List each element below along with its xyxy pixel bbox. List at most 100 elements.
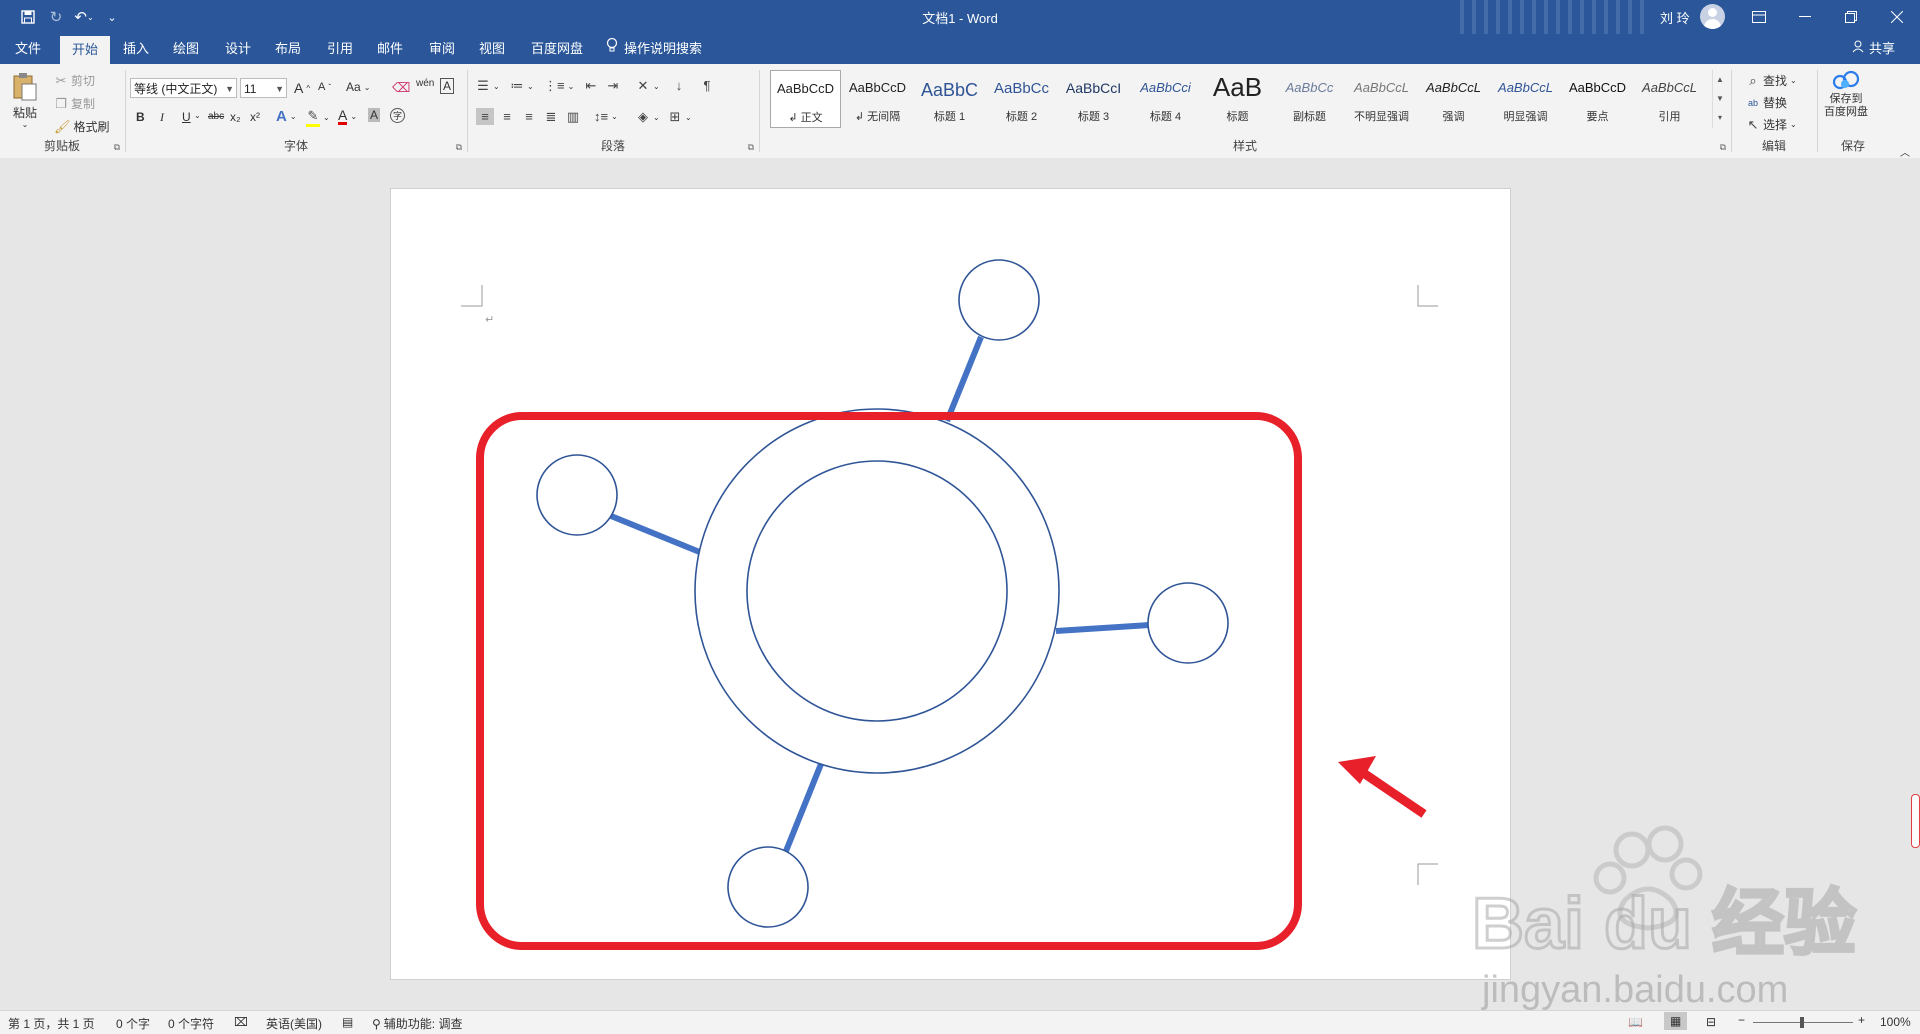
strikethrough-button[interactable]: abc xyxy=(208,111,224,122)
restore-icon[interactable] xyxy=(1828,0,1874,34)
web-layout-icon[interactable]: ⊟ xyxy=(1706,1015,1716,1029)
align-center-icon[interactable]: ≡ xyxy=(500,109,514,124)
shading-button[interactable]: ◈ ⌄ xyxy=(636,109,660,125)
borders-button[interactable]: ⊞ ⌄ xyxy=(668,109,692,125)
distributed-icon[interactable]: ▥ xyxy=(566,109,580,125)
share-button[interactable]: 共享 xyxy=(1852,34,1895,64)
shrink-font-button[interactable]: Aˇ xyxy=(318,81,331,93)
paste-dropdown-icon[interactable]: ⌄ xyxy=(22,120,29,129)
tab-view[interactable]: 视图 xyxy=(470,34,514,64)
user-name[interactable]: 刘 玲 xyxy=(1660,8,1690,27)
replace-button[interactable]: ab 替换 xyxy=(1746,94,1787,111)
sort-icon[interactable]: ↓ xyxy=(672,78,686,93)
macro-record-icon[interactable]: ▤ xyxy=(342,1015,353,1029)
format-painter-button[interactable]: 🖌 格式刷 xyxy=(54,118,110,135)
character-shading-icon[interactable]: A xyxy=(368,108,381,122)
page-count[interactable]: 第 1 页，共 1 页 xyxy=(8,1015,95,1032)
character-border-icon[interactable]: A xyxy=(440,78,455,94)
tell-me-search[interactable]: 操作说明搜索 xyxy=(606,34,702,64)
enclose-characters-icon[interactable]: 字 xyxy=(390,108,405,123)
phonetic-guide-icon[interactable]: wén xyxy=(416,78,434,89)
subscript-button[interactable]: x₂ xyxy=(230,110,241,124)
tab-draw[interactable]: 绘图 xyxy=(164,34,208,64)
multilevel-list-button[interactable]: ⋮≡ ⌄ xyxy=(544,78,574,94)
line-spacing-button[interactable]: ↕≡ ⌄ xyxy=(594,109,618,124)
font-size-combobox[interactable]: 11 ▼ xyxy=(240,78,287,98)
minimize-icon[interactable] xyxy=(1782,0,1828,34)
tab-design[interactable]: 设计 xyxy=(216,34,260,64)
undo-icon[interactable]: ↶ ⌄ xyxy=(70,5,98,29)
numbering-button[interactable]: ≔ ⌄ xyxy=(510,78,534,94)
clipboard-launcher-icon[interactable]: ⧉ xyxy=(114,142,120,153)
bold-button[interactable]: B xyxy=(136,110,145,124)
bullets-button[interactable]: ☰ ⌄ xyxy=(476,78,500,94)
grow-font-button[interactable]: A ^ xyxy=(294,80,310,96)
editing-group-label: 编辑 xyxy=(1761,139,1786,153)
underline-button[interactable]: U xyxy=(182,110,191,124)
increase-indent-icon[interactable]: ⇥ xyxy=(606,78,620,94)
paste-button[interactable]: 粘贴 ⌄ xyxy=(12,72,38,129)
copy-button[interactable]: ❐ 复制 xyxy=(54,95,95,112)
underline-dropdown-icon[interactable]: ⌄ xyxy=(194,111,201,120)
font-color-button[interactable]: A ⌄ xyxy=(338,108,357,125)
language-indicator[interactable]: 英语(美国) xyxy=(266,1015,322,1032)
ribbon-tab-bar: 文件 开始 插入 绘图 设计 布局 引用 邮件 审阅 视图 百度网盘 操作说明搜… xyxy=(0,34,1920,64)
zoom-level[interactable]: 100% xyxy=(1880,1015,1911,1029)
ribbon-display-icon[interactable] xyxy=(1736,0,1782,34)
tab-file[interactable]: 文件 xyxy=(6,34,50,64)
redo-icon[interactable]: ↻ xyxy=(42,5,70,29)
avatar[interactable] xyxy=(1700,4,1725,29)
tab-home[interactable]: 开始 xyxy=(60,36,110,64)
replace-label: 替换 xyxy=(1763,96,1788,110)
lightbulb-icon xyxy=(606,34,618,64)
find-button[interactable]: ⌕ 查找 ⌄ xyxy=(1746,72,1796,89)
chinese-layout-button[interactable]: ✕ ⌄ xyxy=(636,78,660,94)
styles-launcher-icon[interactable]: ⧉ xyxy=(1720,142,1726,153)
status-bar: 第 1 页，共 1 页 0 个字 0 个字符 ⌧ 英语(美国) ▤ ⚲ 辅助功能:… xyxy=(0,1010,1920,1034)
font-name-combobox[interactable]: 等线 (中文正文) ▼ xyxy=(130,78,237,98)
clear-formatting-icon[interactable]: ⌫ xyxy=(392,80,410,96)
cut-button[interactable]: ✂ 剪切 xyxy=(54,72,95,89)
select-button[interactable]: ↖ 选择 ⌄ xyxy=(1746,116,1797,133)
text-effects-button[interactable]: A ⌄ xyxy=(276,108,297,125)
italic-button[interactable]: I xyxy=(160,110,164,125)
collapse-ribbon-icon[interactable]: ︿ xyxy=(1900,144,1910,159)
document-area[interactable]: ↵ xyxy=(0,158,1920,1010)
proofing-icon[interactable]: ⌧ xyxy=(234,1015,248,1029)
char-count[interactable]: 0 个字符 xyxy=(168,1015,214,1032)
vertical-scrollbar-thumb[interactable] xyxy=(1911,794,1920,848)
highlight-color-button[interactable]: ✎ ⌄ xyxy=(306,108,330,127)
zoom-in-icon[interactable]: + xyxy=(1858,1013,1865,1027)
line-spacing-icon: ↕≡ xyxy=(594,109,609,124)
accessibility-checker[interactable]: ⚲ 辅助功能: 调查 xyxy=(372,1015,462,1032)
save-icon[interactable] xyxy=(14,5,42,29)
customize-icon[interactable]: ⌄ xyxy=(98,5,126,29)
tab-mailings[interactable]: 邮件 xyxy=(368,34,412,64)
align-left-icon[interactable]: ≡ xyxy=(476,108,494,125)
tab-insert[interactable]: 插入 xyxy=(114,34,158,64)
show-formatting-icon[interactable]: ¶ xyxy=(700,78,714,93)
save-to-baidu-button[interactable]: 保存到 百度网盘 xyxy=(1824,70,1868,119)
justify-icon[interactable]: ≣ xyxy=(544,109,558,125)
copy-icon: ❐ xyxy=(55,95,67,111)
align-right-icon[interactable]: ≡ xyxy=(522,109,536,124)
select-label: 选择 xyxy=(1763,118,1788,132)
decrease-indent-icon[interactable]: ⇤ xyxy=(584,78,598,94)
tab-baidu-netdisk[interactable]: 百度网盘 xyxy=(524,34,590,64)
read-mode-icon[interactable]: 📖 xyxy=(1628,1015,1643,1029)
font-launcher-icon[interactable]: ⧉ xyxy=(456,142,462,153)
change-case-button[interactable]: Aa ⌄ xyxy=(346,80,370,94)
word-count[interactable]: 0 个字 xyxy=(116,1015,150,1032)
close-icon[interactable] xyxy=(1874,0,1920,34)
tab-layout[interactable]: 布局 xyxy=(266,34,310,64)
superscript-button[interactable]: x² xyxy=(250,110,260,124)
replace-icon: ab xyxy=(1747,97,1758,108)
paragraph-launcher-icon[interactable]: ⧉ xyxy=(748,142,754,153)
zoom-out-icon[interactable]: − xyxy=(1738,1013,1745,1027)
title-bar-decoration xyxy=(1460,0,1650,34)
zoom-slider-thumb[interactable] xyxy=(1800,1017,1804,1028)
print-layout-icon[interactable]: ▦ xyxy=(1664,1012,1688,1030)
chevron-down-icon: ▼ xyxy=(275,84,284,94)
tab-review[interactable]: 审阅 xyxy=(420,34,464,64)
tab-references[interactable]: 引用 xyxy=(318,34,362,64)
